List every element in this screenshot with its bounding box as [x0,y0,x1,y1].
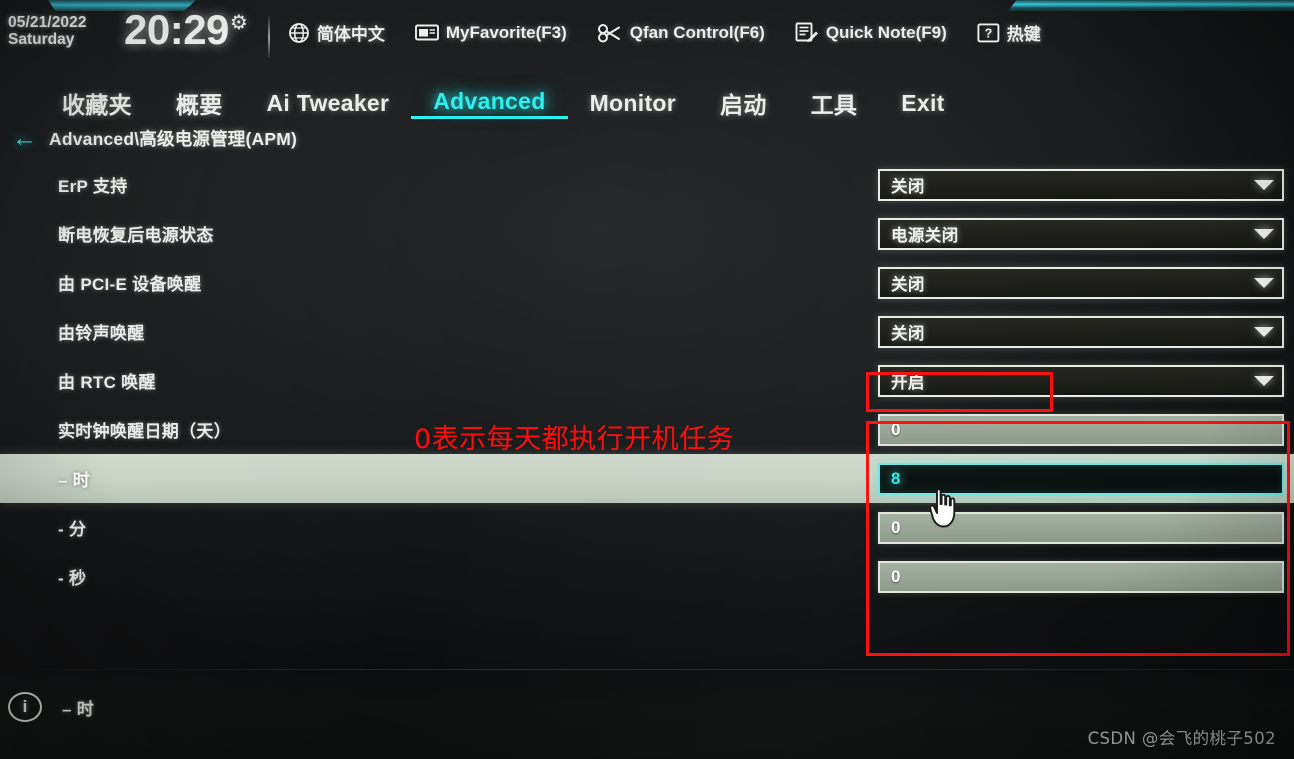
setting-label: - 分 [58,520,87,539]
setting-row-power-state[interactable]: 断电恢复后电源状态 电源关闭 [0,209,1294,258]
setting-row-rtc-second[interactable]: - 秒 0 [0,552,1294,601]
rtc-wake-dropdown[interactable]: 开启 [878,364,1284,397]
tab-ai-tweaker[interactable]: Ai Tweaker [245,90,412,117]
tab-favorites[interactable]: 收藏夹 [40,86,154,120]
annotation-text: 0表示每天都执行开机任务 [414,424,735,455]
setting-row-erp[interactable]: ErP 支持 关闭 [0,160,1294,209]
rtc-second-input[interactable]: 0 [878,560,1284,593]
main-tab-bar: 收藏夹 概要 Ai Tweaker Advanced Monitor 启动 工具… [0,82,1294,124]
tab-main[interactable]: 概要 [154,86,245,120]
setting-label: 实时钟唤醒日期（天） [58,422,231,441]
chevron-down-icon [1254,277,1274,288]
setting-label: 由铃声唤醒 [58,324,145,343]
setting-label: 由 PCI-E 设备唤醒 [58,275,202,294]
input-value: 8 [891,468,901,488]
clock-display: 20:29 ⚙ [124,9,248,51]
qfan-label: Qfan Control(F6) [629,22,765,42]
ring-wake-dropdown[interactable]: 关闭 [878,315,1284,348]
pcie-wake-dropdown[interactable]: 关闭 [878,266,1284,299]
setting-label: ErP 支持 [58,177,128,196]
breadcrumb: ← Advanced\高级电源管理(APM) [12,126,297,151]
top-decoration-right [1008,0,1294,11]
setting-control: 关闭 [878,168,1284,201]
chevron-down-icon [1254,375,1274,386]
erp-dropdown[interactable]: 关闭 [878,168,1284,201]
footer-help-label: – 时 [62,700,95,719]
header-divider [267,16,270,58]
myfavorite-label: MyFavorite(F3) [445,22,567,42]
chevron-down-icon [1254,326,1274,337]
tab-tool[interactable]: 工具 [789,86,880,120]
setting-label: - 秒 [58,569,87,588]
hotkey-label: 热键 [1006,25,1041,44]
date-text: 05/21/2022 [8,14,87,31]
setting-row-ring-wake[interactable]: 由铃声唤醒 关闭 [0,307,1294,356]
quick-note-button[interactable]: Quick Note(F9) [795,22,947,43]
dropdown-value: 电源关闭 [891,226,959,245]
tab-exit[interactable]: Exit [879,90,966,117]
input-value: 0 [891,566,901,586]
tab-advanced[interactable]: Advanced [411,88,568,119]
header-tools: 简体中文 MyFavorite(F3) Qfan Control(F6) Qui… [288,20,1041,45]
setting-row-rtc-wake[interactable]: 由 RTC 唤醒 开启 [0,356,1294,405]
footer-divider [0,669,1294,670]
dropdown-value: 关闭 [891,324,925,343]
header-bar: 05/21/2022 Saturday 20:29 ⚙ 简体中文 MyFavor… [0,9,1294,70]
info-icon[interactable]: i [8,692,42,722]
quick-note-label: Quick Note(F9) [825,22,947,42]
power-state-dropdown[interactable]: 电源关闭 [878,217,1284,250]
setting-control: 关闭 [878,266,1284,299]
myfavorite-button[interactable]: MyFavorite(F3) [414,22,567,43]
setting-control: 8 [878,462,1284,495]
setting-label: 断电恢复后电源状态 [58,226,214,245]
setting-control: 0 [878,560,1284,593]
qfan-control-button[interactable]: Qfan Control(F6) [597,23,765,43]
question-box-icon: ? [977,22,1000,43]
fan-icon [597,23,623,43]
setting-row-rtc-hour[interactable]: – 时 8 [0,454,1294,503]
dropdown-value: 关闭 [891,275,925,294]
note-pencil-icon [795,22,819,43]
setting-control: 开启 [878,364,1284,397]
language-button[interactable]: 简体中文 [288,20,385,45]
setting-label: 由 RTC 唤醒 [58,373,156,392]
tab-monitor[interactable]: Monitor [568,90,698,117]
folder-icon [414,23,439,42]
language-label: 简体中文 [316,25,385,44]
dropdown-value: 开启 [891,373,925,392]
rtc-day-input[interactable]: 0 [878,413,1284,446]
rtc-hour-input[interactable]: 8 [878,462,1284,495]
input-value: 0 [891,419,901,439]
setting-control: 0 [878,413,1284,446]
weekday-text: Saturday [8,31,75,49]
setting-label: – 时 [58,471,91,490]
datetime-display: 05/21/2022 Saturday [0,14,120,49]
gear-icon[interactable]: ⚙ [230,10,248,35]
watermark: CSDN @会飞的桃子502 [1087,729,1276,748]
input-value: 0 [891,517,901,537]
back-arrow-icon[interactable]: ← [12,126,37,151]
tab-boot[interactable]: 启动 [698,86,789,120]
breadcrumb-path: Advanced\高级电源管理(APM) [49,129,298,149]
setting-row-rtc-minute[interactable]: - 分 0 [0,503,1294,552]
settings-list: ErP 支持 关闭 断电恢复后电源状态 电源关闭 由 PCI-E 设备唤醒 关闭… [0,160,1294,601]
chevron-down-icon [1254,228,1274,239]
chevron-down-icon [1254,179,1274,190]
rtc-minute-input[interactable]: 0 [878,511,1284,544]
setting-control: 关闭 [878,315,1284,348]
setting-control: 电源关闭 [878,217,1284,250]
bios-screen: 05/21/2022 Saturday 20:29 ⚙ 简体中文 MyFavor… [0,0,1294,759]
time-text: 20:29 [124,6,229,53]
setting-control: 0 [878,511,1284,544]
globe-icon [288,22,310,44]
dropdown-value: 关闭 [891,177,925,196]
hotkey-button[interactable]: ? 热键 [977,20,1041,45]
setting-row-pcie-wake[interactable]: 由 PCI-E 设备唤醒 关闭 [0,258,1294,307]
svg-text:?: ? [984,26,992,40]
